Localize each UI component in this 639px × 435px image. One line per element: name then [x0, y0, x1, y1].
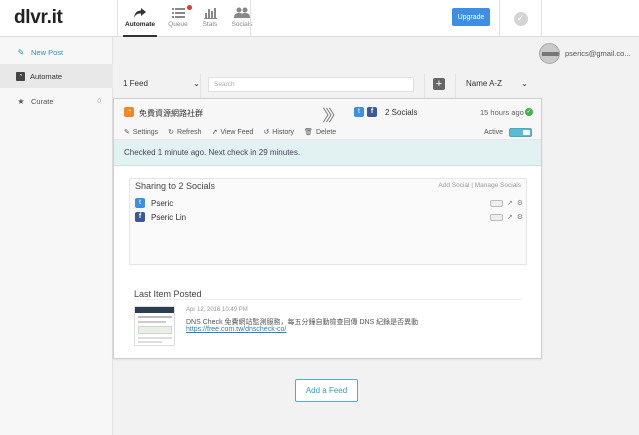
share-arrow-icon	[134, 8, 146, 18]
twitter-icon: t	[135, 198, 145, 208]
notification-badge	[187, 5, 192, 10]
curate-count: 0	[97, 97, 101, 105]
sort-select-value: Name A-Z	[466, 79, 503, 88]
social-count[interactable]: 2 Socials	[385, 108, 417, 117]
sidebar-item-new-post[interactable]: ✎ New Post	[0, 40, 113, 64]
share-row-twitter: t Pseric ↗ ⚙	[135, 197, 523, 209]
social-icons: t f	[354, 107, 377, 117]
add-feed-button[interactable]: Add a Feed	[295, 379, 358, 402]
external-link-icon[interactable]: ↗	[507, 199, 513, 207]
post-date: Apr 12, 2016 10:49 PM	[186, 307, 248, 313]
user-email: pserics@gmail.co...	[565, 49, 631, 58]
refresh-action[interactable]: ↻ Refresh	[168, 128, 201, 136]
user-menu[interactable]: pserics@gmail.co...	[539, 43, 631, 64]
row-tools: ↗ ⚙	[489, 213, 523, 221]
sidebar: ✎ New Post ◔ Automate ★ Curate 0	[0, 37, 113, 435]
feed-card-header: ◔ 免費資源網路社群 〉〉〉 t f 2 Socials 15 hours ag…	[114, 99, 541, 140]
view-feed-label: View Feed	[220, 129, 254, 136]
pencil-icon: ✎	[17, 47, 25, 57]
facebook-icon: f	[135, 212, 145, 222]
feed-select-value: 1 Feed	[123, 79, 148, 88]
sharing-panel: Sharing to 2 Socials Add Social | Manage…	[129, 178, 527, 265]
refresh-icon: ↻	[168, 129, 175, 136]
twitter-icon: t	[354, 107, 364, 117]
top-nav: Automate Queue Stats Socials	[117, 0, 258, 37]
add-feed-icon[interactable]: +	[433, 78, 445, 90]
rss-icon: ◔	[124, 107, 134, 117]
filter-bar: 1 Feed ⌄ Search + Name A-Z ⌄	[113, 74, 541, 98]
people-icon	[234, 7, 250, 18]
divider	[455, 74, 456, 98]
forward-arrows-icon: 〉〉〉	[322, 108, 344, 125]
divider	[134, 299, 522, 300]
external-link-icon[interactable]: ↗	[507, 213, 513, 221]
feed-select[interactable]: 1 Feed ⌄	[123, 79, 200, 88]
active-toggle[interactable]	[509, 128, 532, 137]
sidebar-item-automate[interactable]: ◔ Automate	[0, 64, 113, 88]
delete-action[interactable]: 🗑 Delete	[304, 128, 336, 136]
share-toggle[interactable]	[489, 199, 503, 207]
social-account-name: Pseric	[151, 198, 174, 208]
sidebar-item-label: Automate	[30, 71, 63, 81]
nav-divider	[250, 0, 251, 37]
social-account-name: Pseric Lin	[151, 212, 187, 222]
nav-stats[interactable]: Stats	[194, 0, 226, 37]
view-feed-action[interactable]: ↗ View Feed	[212, 128, 254, 136]
bar-chart-icon	[203, 8, 217, 19]
history-label: History	[272, 129, 295, 136]
status-check[interactable]: ✓	[499, 0, 542, 37]
share-row-facebook: f Pseric Lin ↗ ⚙	[135, 211, 523, 223]
delete-label: Delete	[315, 129, 337, 136]
check-info-bar: Checked 1 minute ago. Next check in 29 m…	[114, 140, 541, 166]
post-thumbnail[interactable]	[134, 306, 175, 346]
sidebar-item-curate[interactable]: ★ Curate 0	[0, 89, 113, 113]
facebook-icon: f	[367, 107, 377, 117]
divider	[200, 74, 201, 98]
post-link[interactable]: https://free.com.tw/dnscheck-co/	[186, 326, 286, 333]
sort-select[interactable]: Name A-Z ⌄	[466, 79, 528, 88]
chevron-down-icon: ⌄	[521, 79, 528, 88]
last-item-title: Last Item Posted	[134, 289, 202, 299]
active-label: Active	[484, 129, 504, 136]
nav-automate[interactable]: Automate	[118, 0, 162, 37]
sharing-links[interactable]: Add Social | Manage Socials	[438, 182, 521, 189]
nav-queue[interactable]: Queue	[162, 0, 194, 37]
sidebar-item-label: Curate	[31, 96, 54, 106]
feed-name[interactable]: 免費資源網路社群	[139, 108, 203, 119]
trash-icon: 🗑	[304, 129, 313, 136]
nav-stats-label: Stats	[202, 21, 218, 28]
last-check-time: 15 hours ago	[480, 108, 524, 117]
sharing-title: Sharing to 2 Socials	[135, 181, 216, 191]
pencil-icon: ✎	[124, 129, 130, 136]
refresh-label: Refresh	[177, 129, 202, 136]
avatar	[539, 43, 560, 64]
nav-socials[interactable]: Socials	[226, 0, 258, 37]
row-tools: ↗ ⚙	[489, 199, 523, 207]
divider	[424, 74, 425, 98]
external-link-icon: ↗	[211, 129, 218, 136]
nav-queue-label: Queue	[168, 21, 188, 28]
history-action[interactable]: ↺ History	[263, 128, 294, 136]
upgrade-button[interactable]: Upgrade	[452, 8, 490, 26]
gear-icon[interactable]: ⚙	[517, 199, 523, 207]
logo[interactable]: dlvr.it	[14, 7, 63, 29]
settings-action[interactable]: ✎ Settings	[124, 128, 158, 136]
share-toggle[interactable]	[489, 213, 503, 221]
sidebar-item-label: New Post	[31, 47, 64, 57]
star-icon: ★	[17, 96, 25, 106]
nav-automate-label: Automate	[125, 21, 155, 28]
top-bar: dlvr.it Automate Queue Stats Socials Upg…	[0, 0, 639, 37]
feed-card: ◔ 免費資源網路社群 〉〉〉 t f 2 Socials 15 hours ag…	[113, 98, 542, 359]
settings-label: Settings	[132, 129, 159, 136]
chevron-down-icon: ⌄	[193, 79, 200, 88]
ok-status-icon: ✓	[525, 108, 533, 116]
feed-actions: ✎ Settings ↻ Refresh ↗ View Feed ↺ History 🗑…	[124, 128, 336, 136]
list-icon	[171, 8, 185, 18]
gear-icon[interactable]: ⚙	[517, 213, 523, 221]
history-icon: ↺	[263, 129, 270, 136]
rss-icon: ◔	[16, 71, 25, 81]
search-input[interactable]: Search	[208, 77, 414, 92]
check-icon: ✓	[513, 11, 528, 26]
